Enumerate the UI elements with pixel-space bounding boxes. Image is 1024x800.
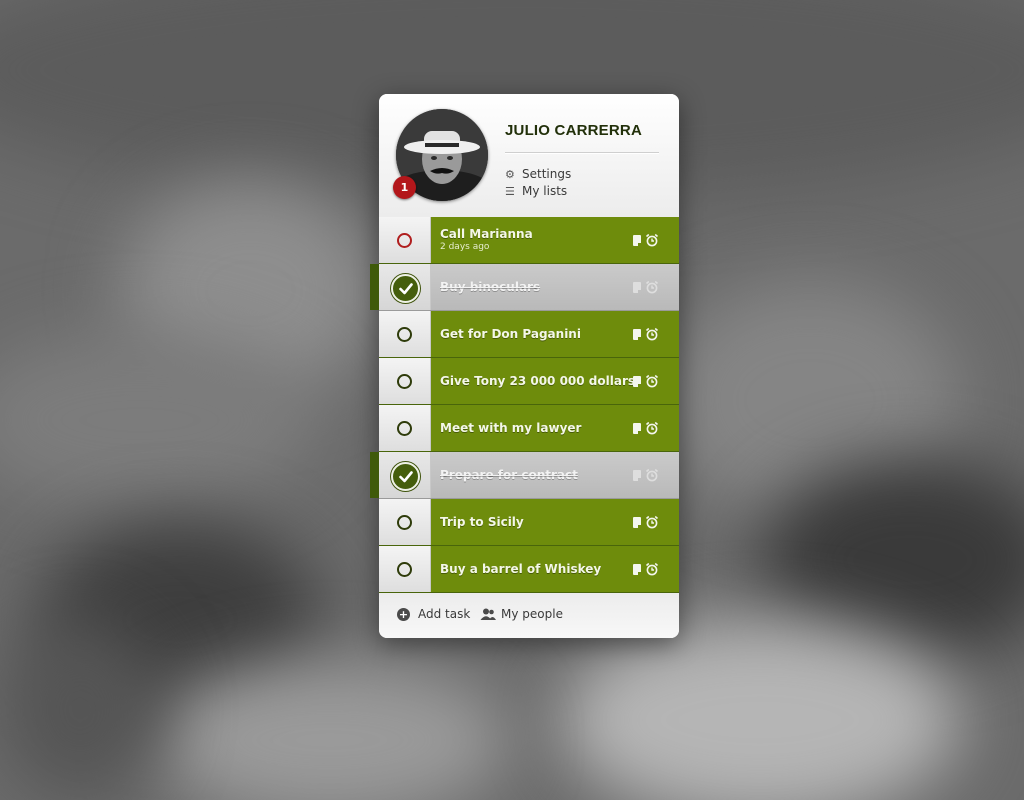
note-icon[interactable] [633, 516, 641, 528]
task-check-cell [379, 405, 431, 451]
my-lists-link[interactable]: ☰ My lists [505, 183, 567, 199]
note-icon[interactable] [633, 469, 641, 481]
note-icon[interactable] [633, 563, 641, 575]
task-row[interactable]: Meet with my lawyer [379, 405, 679, 452]
task-check-cell [379, 264, 431, 310]
task-check-cell [379, 311, 431, 357]
task-title: Buy a barrel of Whiskey [440, 562, 602, 576]
task-title: Buy binoculars [440, 280, 541, 294]
alarm-icon[interactable] [645, 468, 659, 482]
done-marker [370, 452, 379, 498]
note-icon[interactable] [633, 422, 641, 434]
alarm-icon[interactable] [645, 327, 659, 341]
task-actions [633, 280, 659, 294]
my-lists-label: My lists [522, 184, 568, 198]
header-divider [505, 152, 659, 153]
note-icon[interactable] [633, 375, 641, 387]
task-row[interactable]: Give Tony 23 000 000 dollars [379, 358, 679, 405]
task-body[interactable]: Prepare for contract [431, 452, 679, 498]
task-body[interactable]: Call Marianna 2 days ago [431, 217, 679, 263]
alarm-icon[interactable] [645, 421, 659, 435]
task-row[interactable]: Trip to Sicily [379, 499, 679, 546]
done-marker [370, 264, 379, 310]
alarm-icon[interactable] [645, 233, 659, 247]
task-body[interactable]: Get for Don Paganini [431, 311, 679, 357]
add-task-button[interactable]: + Add task [397, 607, 470, 621]
task-body[interactable]: Give Tony 23 000 000 dollars [431, 358, 679, 404]
task-row[interactable]: Get for Don Paganini [379, 311, 679, 358]
task-checkbox[interactable] [397, 374, 412, 389]
task-row[interactable]: Buy binoculars [370, 264, 679, 311]
task-checkbox-checked[interactable] [391, 274, 420, 303]
task-check-cell [379, 358, 431, 404]
alarm-icon[interactable] [645, 515, 659, 529]
task-actions [633, 421, 659, 435]
task-body[interactable]: Meet with my lawyer [431, 405, 679, 451]
task-row[interactable]: Prepare for contract [370, 452, 679, 499]
task-title: Prepare for contract [440, 468, 578, 482]
task-row[interactable]: Buy a barrel of Whiskey [379, 546, 679, 593]
gear-icon: ⚙ [505, 167, 515, 181]
task-actions [633, 562, 659, 576]
note-icon[interactable] [633, 234, 641, 246]
task-checkbox[interactable] [397, 233, 412, 248]
task-check-cell [379, 452, 431, 498]
settings-label: Settings [522, 167, 572, 181]
task-check-cell [379, 546, 431, 592]
checkmark-icon [398, 470, 413, 482]
my-people-label: My people [501, 607, 563, 621]
task-check-cell [379, 217, 431, 263]
people-icon [480, 608, 496, 620]
task-subtitle: 2 days ago [440, 242, 490, 252]
task-title: Call Marianna [440, 227, 533, 241]
task-title: Get for Don Paganini [440, 327, 581, 341]
alarm-icon[interactable] [645, 280, 659, 294]
notification-badge[interactable]: 1 [393, 176, 416, 199]
task-actions [633, 374, 659, 388]
task-body[interactable]: Trip to Sicily [431, 499, 679, 545]
task-body[interactable]: Buy a barrel of Whiskey [431, 546, 679, 592]
plus-icon: + [397, 607, 410, 621]
task-actions [633, 468, 659, 482]
task-actions [633, 515, 659, 529]
list-icon: ☰ [505, 184, 515, 198]
task-row[interactable]: Call Marianna 2 days ago [379, 217, 679, 264]
alarm-icon[interactable] [645, 374, 659, 388]
task-actions [633, 233, 659, 247]
user-name: JULIO CARRERRA [505, 122, 642, 139]
widget-footer: + Add task My people [379, 593, 679, 638]
task-checkbox[interactable] [397, 421, 412, 436]
task-check-cell [379, 499, 431, 545]
task-title: Trip to Sicily [440, 515, 524, 529]
add-task-label: Add task [418, 607, 471, 621]
task-checkbox[interactable] [397, 327, 412, 342]
alarm-icon[interactable] [645, 562, 659, 576]
note-icon[interactable] [633, 281, 641, 293]
profile-header: 1 JULIO CARRERRA ⚙ Settings ☰ My lists [379, 94, 679, 217]
my-people-button[interactable]: My people [480, 607, 563, 621]
task-checkbox[interactable] [397, 562, 412, 577]
task-title: Give Tony 23 000 000 dollars [440, 374, 636, 388]
task-actions [633, 327, 659, 341]
checkmark-icon [398, 282, 413, 294]
note-icon[interactable] [633, 328, 641, 340]
task-checkbox[interactable] [397, 515, 412, 530]
task-title: Meet with my lawyer [440, 421, 582, 435]
task-list: Call Marianna 2 days ago Buy binoculars [370, 217, 679, 593]
todo-widget: 1 JULIO CARRERRA ⚙ Settings ☰ My lists C… [370, 94, 679, 638]
task-body[interactable]: Buy binoculars [431, 264, 679, 310]
task-checkbox-checked[interactable] [391, 462, 420, 491]
settings-link[interactable]: ⚙ Settings [505, 166, 571, 182]
